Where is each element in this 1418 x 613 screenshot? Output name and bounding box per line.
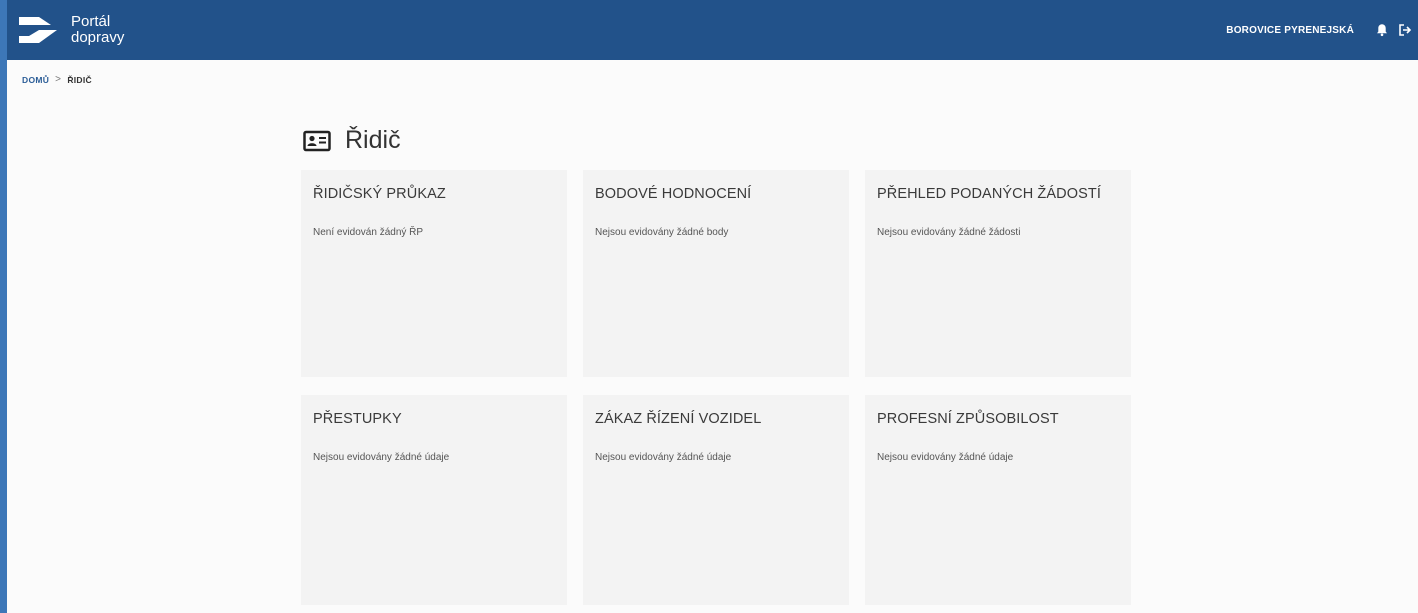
logo-line-1: Portál xyxy=(71,13,111,30)
card-title: PROFESNÍ ZPŮSOBILOST xyxy=(877,411,1059,427)
breadcrumb: DOMŮ > ŘIDIČ xyxy=(22,74,92,85)
card-text: Nejsou evidovány žádné údaje xyxy=(595,452,732,463)
logo-text: Portál dopravy xyxy=(71,14,124,46)
id-card-icon xyxy=(303,130,331,151)
card-text: Nejsou evidovány žádné body xyxy=(595,227,729,238)
card-profesni-zpusobilost[interactable]: PROFESNÍ ZPŮSOBILOST Nejsou evidovány žá… xyxy=(865,395,1131,605)
card-ridicsky-prukaz[interactable]: ŘIDIČSKÝ PRŮKAZ Není evidován žádný ŘP xyxy=(301,170,567,377)
logo-line-2: dopravy xyxy=(71,29,125,46)
breadcrumb-current: ŘIDIČ xyxy=(67,74,92,85)
card-text: Nejsou evidovány žádné údaje xyxy=(313,452,450,463)
portal-logo[interactable]: Portál dopravy xyxy=(17,14,124,46)
card-text: Není evidován žádný ŘP xyxy=(313,227,424,238)
card-text: Nejsou evidovány žádné žádosti xyxy=(877,227,1021,238)
card-zakaz-rizeni[interactable]: ZÁKAZ ŘÍZENÍ VOZIDEL Nejsou evidovány žá… xyxy=(583,395,849,605)
card-title: ZÁKAZ ŘÍZENÍ VOZIDEL xyxy=(595,411,762,427)
card-title: PŘESTUPKY xyxy=(313,411,402,427)
arrow-logo-icon xyxy=(19,17,57,43)
card-text: Nejsou evidovány žádné údaje xyxy=(877,452,1014,463)
breadcrumb-separator: > xyxy=(55,74,62,85)
card-bodove-hodnoceni[interactable]: BODOVÉ HODNOCENÍ Nejsou evidovány žádné … xyxy=(583,170,849,377)
top-header: Portál dopravy BOROVICE PYRENEJSKÁ xyxy=(7,0,1418,60)
bell-icon[interactable] xyxy=(1375,23,1389,37)
page-title: Řidič xyxy=(303,126,401,155)
header-user-area: BOROVICE PYRENEJSKÁ xyxy=(1226,23,1412,37)
user-name[interactable]: BOROVICE PYRENEJSKÁ xyxy=(1226,25,1354,36)
page-title-text: Řidič xyxy=(345,126,401,154)
card-title: PŘEHLED PODANÝCH ŽÁDOSTÍ xyxy=(877,186,1101,202)
card-prehled-zadosti[interactable]: PŘEHLED PODANÝCH ŽÁDOSTÍ Nejsou evidován… xyxy=(865,170,1131,377)
card-title: ŘIDIČSKÝ PRŮKAZ xyxy=(313,186,446,202)
card-title: BODOVÉ HODNOCENÍ xyxy=(595,186,752,202)
card-prestupky[interactable]: PŘESTUPKY Nejsou evidovány žádné údaje xyxy=(301,395,567,605)
breadcrumb-home[interactable]: DOMŮ xyxy=(22,75,49,85)
logout-icon[interactable] xyxy=(1398,23,1412,37)
